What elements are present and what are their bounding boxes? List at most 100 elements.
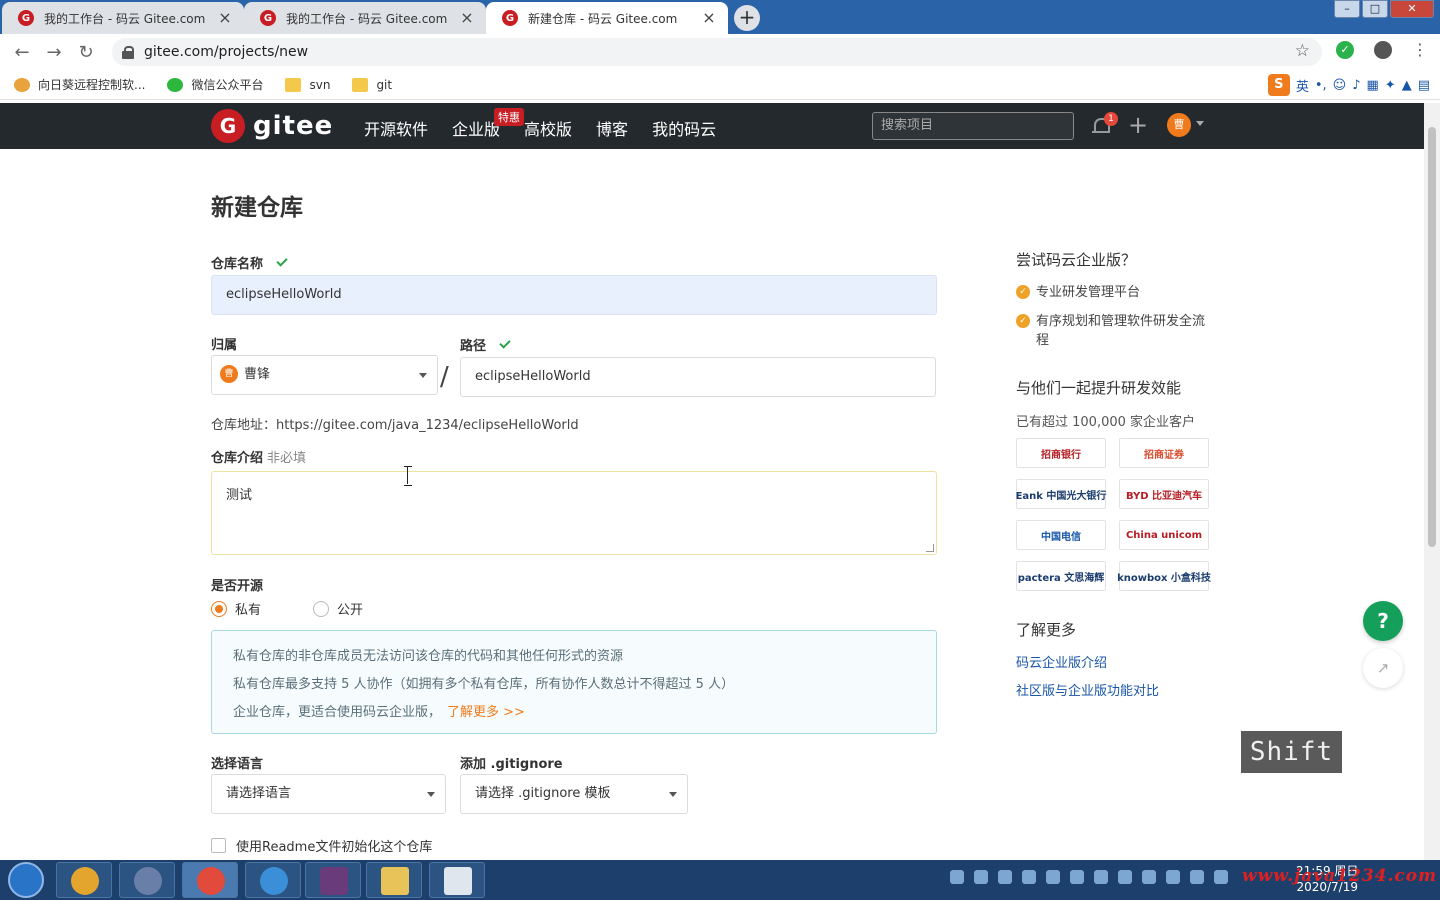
tray-icon[interactable] — [1094, 870, 1108, 884]
taskbar-app-explorer[interactable] — [366, 862, 422, 898]
punctuation-icon[interactable]: •, — [1315, 78, 1327, 93]
tab-title: 我的工作台 - 码云 Gitee.com — [44, 11, 206, 26]
taskbar-app-eclipse[interactable] — [119, 862, 175, 898]
sogou-ime-icon[interactable]: S — [1267, 74, 1290, 96]
logo-china-unicom: China unicom — [1119, 520, 1209, 550]
radio-public[interactable] — [313, 600, 330, 617]
taskbar-app-pinwheel[interactable] — [56, 862, 112, 898]
radio-private[interactable] — [211, 600, 227, 617]
radio-public-label[interactable]: 公开 — [337, 599, 363, 618]
chevron-down-icon[interactable] — [1196, 121, 1204, 126]
repo-name-input[interactable]: eclipseHelloWorld — [211, 275, 937, 315]
back-icon[interactable]: ← — [6, 42, 38, 63]
windows-taskbar: 21:59 周日 2020/7/19 — [0, 860, 1440, 900]
page-scrollbar[interactable] — [1424, 103, 1440, 860]
volume-icon[interactable] — [1214, 870, 1228, 884]
shirt-icon[interactable]: ▲ — [1402, 78, 1412, 93]
gitee-logo[interactable]: G gitee — [211, 109, 333, 143]
logo-pactera: pactera 文思海辉 — [1016, 561, 1106, 591]
more-menu-icon[interactable]: ⋮ — [1412, 41, 1428, 59]
url-text: gitee.com/projects/new — [144, 44, 309, 60]
logo-china-telecom: 中国电信 — [1016, 520, 1106, 550]
edition-compare-link[interactable]: 社区版与企业版功能对比 — [1016, 680, 1159, 699]
extension-check-icon[interactable]: ✓ — [1336, 41, 1354, 59]
taskbar-app-media[interactable] — [429, 862, 485, 898]
account-icon[interactable] — [1374, 41, 1392, 59]
browser-tab-1[interactable]: G 我的工作台 - 码云 Gitee.com × — [2, 2, 244, 34]
tray-icon[interactable] — [1022, 870, 1036, 884]
taskbar-app-javaee-ide[interactable] — [305, 862, 361, 898]
info-line: 企业仓库，更适合使用码云企业版， 了解更多 >> — [233, 705, 525, 720]
watermark: www.java1234.com — [1242, 866, 1438, 886]
owner-select[interactable]: 曹曹锋 — [211, 355, 438, 395]
taskbar-app-chrome[interactable] — [182, 862, 238, 898]
chevron-down-icon — [669, 792, 677, 797]
url-field[interactable]: gitee.com/projects/new ☆ — [112, 38, 1322, 66]
nav-enterprise[interactable]: 企业版 — [452, 116, 500, 140]
readme-checkbox[interactable] — [211, 838, 226, 853]
language-select[interactable]: 请选择语言 — [211, 774, 446, 814]
minimize-icon[interactable]: – — [1334, 0, 1360, 18]
new-tab-button[interactable]: + — [734, 5, 760, 31]
feedback-edit-icon[interactable]: ↗ — [1363, 648, 1403, 688]
bookmark-sunlogin[interactable]: 向日葵远程控制软... — [14, 76, 145, 93]
logo-byd: BYD 比亚迪汽车 — [1119, 479, 1209, 509]
tray-icon[interactable] — [974, 870, 988, 884]
nav-open-source[interactable]: 开源软件 — [364, 116, 428, 140]
readme-label[interactable]: 使用Readme文件初始化这个仓库 — [236, 836, 432, 855]
tray-icon[interactable] — [1118, 870, 1132, 884]
user-avatar[interactable]: 曹 — [1167, 113, 1191, 137]
close-icon[interactable]: × — [458, 9, 476, 27]
close-icon[interactable]: × — [216, 9, 234, 27]
resize-handle[interactable] — [926, 544, 934, 552]
scrollbar-thumb[interactable] — [1428, 127, 1436, 547]
app-icon — [260, 867, 288, 895]
intro-textarea[interactable]: 测试 — [211, 471, 937, 555]
taskbar-app-browser[interactable] — [245, 862, 301, 898]
maximize-icon[interactable]: □ — [1362, 0, 1388, 18]
check-circle-icon: ✓ — [1016, 285, 1030, 299]
gitee-favicon-icon: G — [18, 10, 34, 26]
toolbox-icon[interactable]: ▤ — [1418, 78, 1430, 93]
reload-icon[interactable]: ↻ — [70, 42, 102, 63]
emoji-icon[interactable]: ☺ — [1333, 78, 1347, 93]
tray-icon[interactable] — [1166, 870, 1180, 884]
tray-icon[interactable] — [1190, 870, 1204, 884]
gitignore-select[interactable]: 请选择 .gitignore 模板 — [460, 774, 688, 814]
project-search-input[interactable]: 搜索项目 — [872, 112, 1074, 140]
browser-tab-3[interactable]: G 新建仓库 - 码云 Gitee.com × — [486, 2, 728, 34]
chrome-icon — [197, 867, 225, 895]
tray-icon[interactable] — [1046, 870, 1060, 884]
tray-icon[interactable] — [998, 870, 1012, 884]
nav-my-gitee[interactable]: 我的码云 — [652, 116, 716, 140]
ime-mode[interactable]: 英 — [1296, 76, 1309, 95]
keyboard-icon[interactable]: ▦ — [1367, 78, 1379, 93]
skin-icon[interactable]: ✦ — [1385, 78, 1396, 93]
tray-icon[interactable] — [950, 870, 964, 884]
help-button[interactable]: ? — [1363, 601, 1403, 641]
ime-toolbar: S 英 •, ☺ ♪ ▦ ✦ ▲ ▤ — [1267, 74, 1430, 96]
gitignore-label: 添加 .gitignore — [460, 757, 563, 772]
close-icon[interactable]: × — [700, 9, 718, 27]
browser-tab-2[interactable]: G 我的工作台 - 码云 Gitee.com × — [244, 2, 486, 34]
enterprise-intro-link[interactable]: 码云企业版介绍 — [1016, 652, 1107, 671]
window-close-icon[interactable]: ✕ — [1390, 0, 1434, 18]
microphone-icon[interactable]: ♪ — [1352, 78, 1360, 93]
tray-icon[interactable] — [1142, 870, 1156, 884]
bookmark-git[interactable]: git — [352, 77, 392, 92]
system-tray — [950, 870, 1228, 884]
bookmark-wechat[interactable]: 微信公众平台 — [167, 76, 263, 93]
path-input[interactable]: eclipseHelloWorld — [460, 357, 936, 397]
nav-blog[interactable]: 博客 — [596, 116, 628, 140]
learn-more-link[interactable]: 了解更多 >> — [447, 705, 525, 720]
start-button[interactable] — [8, 862, 44, 898]
chevron-down-icon — [427, 792, 435, 797]
create-plus-icon[interactable]: + — [1128, 112, 1148, 138]
forward-icon[interactable]: → — [38, 42, 70, 63]
nav-university[interactable]: 高校版 — [524, 116, 572, 140]
tray-icon[interactable] — [1070, 870, 1084, 884]
radio-private-label[interactable]: 私有 — [235, 599, 261, 618]
bookmark-svn[interactable]: svn — [285, 77, 330, 92]
bookmark-star-icon[interactable]: ☆ — [1295, 41, 1310, 61]
logo-cmb: 招商银行 — [1016, 438, 1106, 468]
